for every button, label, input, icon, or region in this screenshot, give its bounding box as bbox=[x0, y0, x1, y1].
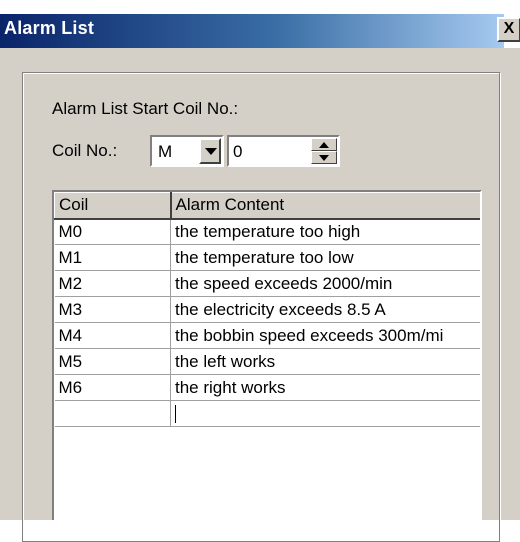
table-row[interactable]: M4 the bobbin speed exceeds 300m/mi bbox=[54, 322, 480, 349]
alarm-content-edit-cell[interactable] bbox=[170, 400, 480, 427]
column-header-alarm-content[interactable]: Alarm Content bbox=[170, 192, 480, 220]
table-row[interactable]: M2 the speed exceeds 2000/min bbox=[54, 270, 480, 297]
chevron-down-icon bbox=[205, 148, 217, 155]
spin-down-button[interactable] bbox=[311, 151, 337, 164]
column-header-coil[interactable]: Coil bbox=[54, 192, 172, 220]
alarm-content-cell[interactable]: the bobbin speed exceeds 300m/mi bbox=[170, 322, 480, 349]
coil-number-value: 0 bbox=[233, 142, 243, 161]
arrow-up-icon bbox=[319, 142, 329, 148]
alarm-content-cell[interactable]: the speed exceeds 2000/min bbox=[170, 270, 480, 297]
coil-number-label: Coil No.: bbox=[52, 141, 118, 160]
table-header-row: Coil Alarm Content bbox=[54, 192, 480, 220]
spin-up-button[interactable] bbox=[311, 138, 337, 151]
table-row-edit[interactable] bbox=[54, 400, 480, 427]
alarm-content-cell[interactable]: the temperature too high bbox=[170, 218, 480, 245]
title-bar: Alarm List X bbox=[0, 0, 520, 48]
close-button[interactable]: X bbox=[497, 17, 520, 42]
dropdown-button[interactable] bbox=[199, 138, 221, 164]
coil-cell[interactable]: M3 bbox=[54, 296, 171, 323]
coil-cell[interactable] bbox=[54, 400, 171, 427]
coil-cell[interactable]: M6 bbox=[54, 374, 171, 401]
table-row[interactable]: M6 the right works bbox=[54, 374, 480, 401]
arrow-down-icon bbox=[319, 155, 329, 161]
table-row[interactable]: M3 the electricity exceeds 8.5 A bbox=[54, 296, 480, 323]
alarm-content-cell[interactable]: the right works bbox=[170, 374, 480, 401]
section-label: Alarm List Start Coil No.: bbox=[52, 99, 239, 118]
coil-type-value: M bbox=[158, 142, 173, 161]
table-row[interactable]: M1 the temperature too low bbox=[54, 244, 480, 271]
window-title: Alarm List bbox=[4, 18, 95, 38]
coil-number-spinner[interactable]: 0 bbox=[227, 135, 340, 167]
coil-cell[interactable]: M4 bbox=[54, 322, 171, 349]
alarm-content-cell[interactable]: the left works bbox=[170, 348, 480, 375]
alarm-content-cell[interactable]: the electricity exceeds 8.5 A bbox=[170, 296, 480, 323]
coil-cell[interactable]: M1 bbox=[54, 244, 171, 271]
coil-cell[interactable]: M2 bbox=[54, 270, 171, 297]
coil-type-dropdown[interactable]: M bbox=[150, 135, 224, 167]
table-row[interactable]: M5 the left works bbox=[54, 348, 480, 375]
alarm-table[interactable]: Coil Alarm Content M0 the temperature to… bbox=[52, 190, 482, 520]
text-cursor bbox=[175, 405, 176, 424]
alarm-content-cell[interactable]: the temperature too low bbox=[170, 244, 480, 271]
table-row[interactable]: M0 the temperature too high bbox=[54, 218, 480, 245]
coil-cell[interactable]: M5 bbox=[54, 348, 171, 375]
spinner-buttons bbox=[311, 138, 337, 164]
coil-cell[interactable]: M0 bbox=[54, 218, 171, 245]
